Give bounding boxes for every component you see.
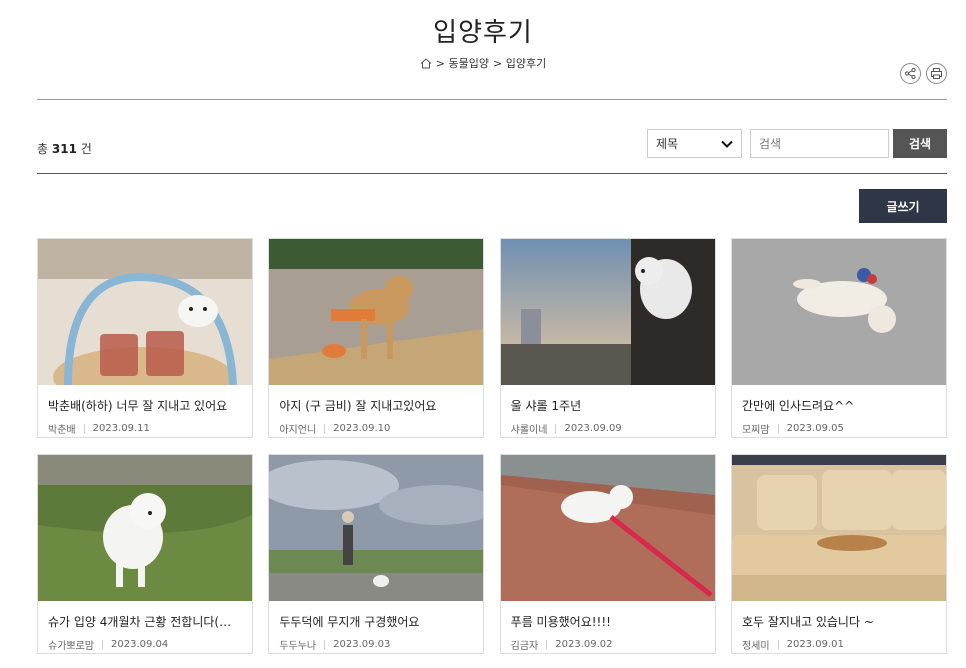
search-category-select[interactable]: 제목 — [647, 129, 742, 158]
review-date: 2023.09.10 — [333, 423, 391, 434]
review-author: 정세미 — [741, 641, 770, 652]
review-title[interactable]: 울 샤롤 1주년 — [501, 385, 715, 413]
review-date: 2023.09.03 — [333, 639, 391, 650]
review-author: 샤롤이네 — [510, 425, 548, 436]
divider — [324, 640, 326, 649]
search-button[interactable]: 검색 — [893, 129, 947, 158]
review-author: 김금자 — [510, 641, 539, 652]
total-count-value: 311 — [51, 142, 77, 156]
review-photo[interactable] — [38, 239, 252, 385]
review-author: 박춘배 — [48, 425, 76, 436]
page-title: 입양후기 — [433, 18, 533, 48]
search-category-value: 제목 — [656, 137, 679, 151]
review-photo[interactable] — [500, 239, 715, 385]
total-suffix: 건 — [80, 142, 92, 156]
review-title[interactable]: 두두덕에 무지개 구경했어요 — [269, 601, 483, 629]
review-card[interactable]: 슈가 입양 4개월차 근황 전합니다(뽀로 … 슈가뽀로맘 2023.09.04 — [37, 454, 253, 654]
review-card[interactable]: 푸름 미용했어요!!!! 김금자 2023.09.02 — [499, 454, 716, 654]
review-title[interactable]: 슈가 입양 4개월차 근황 전합니다(뽀로 … — [38, 601, 252, 629]
review-title[interactable]: 간만에 인사드려요^^ — [732, 385, 946, 413]
share-button[interactable] — [900, 63, 921, 84]
review-title[interactable]: 푸름 미용했어요!!!! — [501, 601, 715, 629]
review-title[interactable]: 박춘배(하하) 너무 잘 지내고 있어요 — [38, 385, 252, 413]
review-title[interactable]: 호두 잘지내고 있습니다 ~ — [732, 601, 946, 629]
review-card[interactable]: 울 샤롤 1주년 샤롤이네 2023.09.09 — [499, 238, 716, 438]
breadcrumb-item-review[interactable]: > 입양후기 — [493, 55, 546, 71]
review-date: 2023.09.01 — [786, 639, 844, 650]
search-input[interactable] — [750, 129, 889, 158]
divider — [546, 640, 548, 649]
total-count: 총 311 건 — [37, 140, 92, 157]
home-icon[interactable] — [420, 57, 432, 69]
review-author: 아지언니 — [279, 425, 317, 436]
print-icon — [931, 68, 942, 79]
review-photo[interactable] — [500, 455, 715, 601]
print-button[interactable] — [926, 63, 947, 84]
divider — [102, 640, 103, 649]
divider — [83, 424, 85, 433]
review-card[interactable]: 두두덕에 무지개 구경했어요 두두누나 2023.09.03 — [268, 454, 485, 654]
review-card[interactable]: 호두 잘지내고 있습니다 ~ 정세미 2023.09.01 — [730, 454, 947, 654]
review-photo[interactable] — [38, 455, 252, 601]
review-photo[interactable] — [269, 239, 484, 385]
review-date: 2023.09.02 — [555, 639, 613, 650]
review-card[interactable]: 간만에 인사드려요^^ 모찌맘 2023.09.05 — [730, 238, 947, 438]
review-author: 슈가뽀로맘 — [48, 641, 94, 652]
review-photo[interactable] — [731, 455, 946, 601]
review-author: 두두누나 — [279, 641, 317, 652]
write-button[interactable]: 글쓰기 — [859, 189, 947, 223]
review-author: 모찌맘 — [741, 425, 770, 436]
divider — [37, 173, 947, 174]
breadcrumb: > 동물입양 > 입양후기 — [0, 55, 966, 71]
chevron-down-icon — [721, 140, 733, 148]
review-card[interactable]: 아지 (구 금비) 잘 지내고있어요 아지언니 2023.09.10 — [268, 238, 485, 438]
divider — [777, 424, 779, 433]
breadcrumb-item-adoption[interactable]: > 동물입양 — [436, 55, 489, 71]
review-date: 2023.09.11 — [92, 423, 150, 434]
review-photo[interactable] — [731, 239, 946, 385]
review-title[interactable]: 아지 (구 금비) 잘 지내고있어요 — [269, 385, 483, 413]
divider — [555, 424, 557, 433]
share-icon — [904, 67, 916, 80]
review-date: 2023.09.09 — [564, 423, 622, 434]
review-grid: 박춘배(하하) 너무 잘 지내고 있어요 박춘배 2023.09.11 아지 (… — [37, 238, 947, 654]
total-prefix: 총 — [37, 142, 49, 156]
review-card[interactable]: 박춘배(하하) 너무 잘 지내고 있어요 박춘배 2023.09.11 — [37, 238, 253, 438]
divider — [777, 640, 779, 649]
review-date: 2023.09.05 — [786, 423, 844, 434]
divider — [324, 424, 326, 433]
divider — [37, 99, 947, 100]
review-date: 2023.09.04 — [111, 639, 169, 650]
review-photo[interactable] — [269, 455, 484, 601]
